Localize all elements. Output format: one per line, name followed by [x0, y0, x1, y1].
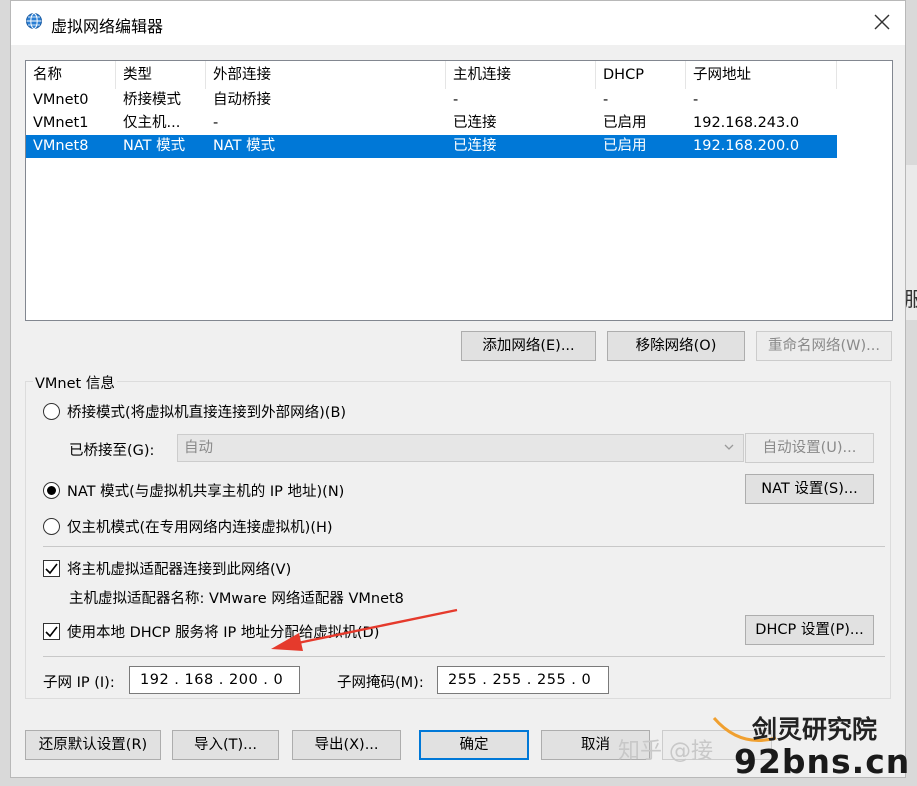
- window-title: 虚拟网络编辑器: [51, 17, 164, 36]
- cell-external: NAT 模式: [213, 138, 276, 154]
- network-list[interactable]: 名称 类型 外部连接 主机连接 DHCP 子网地址 VMnet0 桥接模式 自动…: [25, 60, 893, 321]
- checkmark-icon: [45, 563, 58, 575]
- dhcp-settings-button[interactable]: DHCP 设置(P)...: [745, 615, 874, 645]
- cell-type: 仅主机...: [123, 115, 181, 131]
- nat-mode-label[interactable]: NAT 模式(与虚拟机共享主机的 IP 地址)(N): [67, 480, 344, 501]
- cell-subnet: 192.168.200.0: [693, 138, 800, 154]
- brand-url: 92bns.cn: [734, 742, 911, 781]
- cell-subnet: 192.168.243.0: [693, 115, 800, 131]
- network-row-vmnet1[interactable]: VMnet1 仅主机... - 已连接 已启用 192.168.243.0: [26, 112, 837, 135]
- cell-host: -: [453, 92, 459, 108]
- subnet-ip-input[interactable]: 192 . 168 . 200 . 0: [129, 666, 300, 694]
- chevron-down-icon: [724, 444, 734, 450]
- column-header-dhcp[interactable]: DHCP: [596, 61, 686, 89]
- ok-button[interactable]: 确定: [419, 730, 529, 760]
- network-row-vmnet0[interactable]: VMnet0 桥接模式 自动桥接 - - -: [26, 89, 837, 112]
- bridged-to-label: 已桥接至(G):: [69, 443, 155, 459]
- subnet-mask-input[interactable]: 255 . 255 . 255 . 0: [437, 666, 609, 694]
- network-row-vmnet8[interactable]: VMnet8 NAT 模式 NAT 模式 已连接 已启用 192.168.200…: [26, 135, 837, 158]
- nat-mode-radio[interactable]: [43, 482, 60, 499]
- checkmark-icon: [45, 626, 58, 638]
- globe-network-icon: [26, 13, 42, 29]
- cell-name: VMnet1: [33, 115, 89, 131]
- export-button[interactable]: 导出(X)...: [292, 730, 401, 760]
- virtual-network-editor-dialog: 虚拟网络编辑器 名称 类型 外部连接 主机连接 DHCP 子网地址 VMnet0…: [10, 0, 906, 778]
- column-header-type[interactable]: 类型: [116, 61, 206, 89]
- add-network-button[interactable]: 添加网络(E)...: [461, 331, 596, 361]
- annotation-arrow-icon: [271, 608, 458, 651]
- column-header-name[interactable]: 名称: [26, 61, 116, 89]
- restore-defaults-button[interactable]: 还原默认设置(R): [25, 730, 161, 760]
- cell-dhcp: 已启用: [603, 115, 647, 131]
- remove-network-button[interactable]: 移除网络(O): [607, 331, 745, 361]
- nat-settings-button[interactable]: NAT 设置(S)...: [745, 474, 874, 504]
- cell-dhcp: -: [603, 92, 609, 108]
- auto-settings-button[interactable]: 自动设置(U)...: [745, 433, 874, 463]
- cell-external: 自动桥接: [213, 92, 271, 108]
- separator: [43, 546, 885, 547]
- connect-adapter-label[interactable]: 将主机虚拟适配器连接到此网络(V): [67, 558, 291, 579]
- subnet-mask-label: 子网掩码(M):: [337, 675, 424, 691]
- import-button[interactable]: 导入(T)...: [172, 730, 279, 760]
- column-header-host[interactable]: 主机连接: [446, 61, 596, 89]
- bridged-to-value: 自动: [184, 440, 213, 456]
- cell-host: 已连接: [453, 138, 497, 154]
- list-header: 名称 类型 外部连接 主机连接 DHCP 子网地址: [26, 61, 892, 89]
- cell-name: VMnet0: [33, 92, 89, 108]
- cell-name: VMnet8: [33, 138, 89, 154]
- cell-type: NAT 模式: [123, 138, 186, 154]
- cell-subnet: -: [693, 92, 699, 108]
- host-only-mode-label[interactable]: 仅主机模式(在专用网络内连接虚拟机)(H): [67, 516, 333, 537]
- connect-adapter-checkbox[interactable]: [43, 560, 60, 577]
- title-bar: 虚拟网络编辑器: [11, 1, 905, 45]
- brand-name: 剑灵研究院: [752, 715, 878, 744]
- cell-external: -: [213, 115, 219, 131]
- column-header-subnet[interactable]: 子网地址: [686, 61, 837, 89]
- host-only-mode-radio[interactable]: [43, 518, 60, 535]
- bridged-mode-label[interactable]: 桥接模式(将虚拟机直接连接到外部网络)(B): [67, 401, 346, 422]
- subnet-ip-label: 子网 IP (I):: [43, 675, 115, 691]
- cell-host: 已连接: [453, 115, 497, 131]
- close-icon[interactable]: [871, 11, 893, 33]
- bridged-mode-radio[interactable]: [43, 403, 60, 420]
- zhihu-watermark: 知乎 @接: [618, 739, 713, 764]
- separator: [43, 656, 885, 657]
- dhcp-checkbox[interactable]: [43, 623, 60, 640]
- bridged-to-select[interactable]: 自动: [177, 434, 744, 462]
- column-header-external[interactable]: 外部连接: [206, 61, 446, 89]
- adapter-name-text: 主机虚拟适配器名称: VMware 网络适配器 VMnet8: [69, 591, 404, 607]
- vmnet-info-label: VMnet 信息: [33, 372, 117, 393]
- cell-type: 桥接模式: [123, 92, 181, 108]
- cell-dhcp: 已启用: [603, 138, 647, 154]
- rename-network-button[interactable]: 重命名网络(W)...: [756, 331, 892, 361]
